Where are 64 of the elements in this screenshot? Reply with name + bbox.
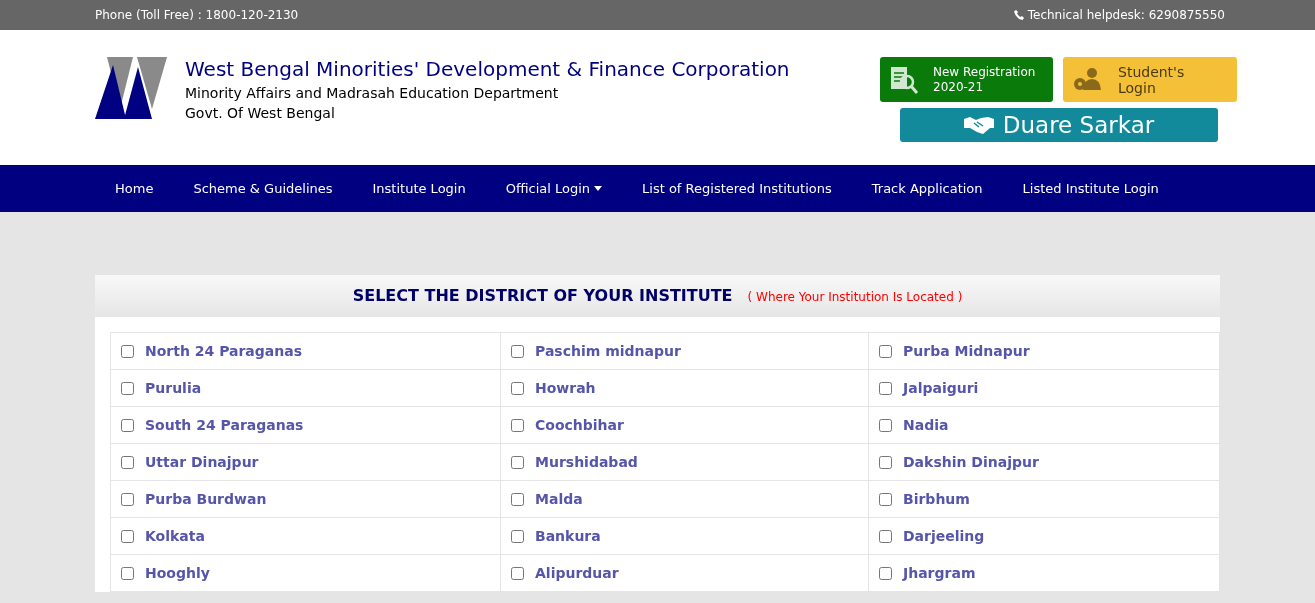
government-name: Govt. Of West Bengal bbox=[185, 104, 336, 123]
district-name[interactable]: Alipurduar bbox=[535, 562, 619, 584]
district-checkbox[interactable] bbox=[879, 381, 892, 395]
phone-icon bbox=[1013, 10, 1024, 20]
district-checkbox[interactable] bbox=[121, 344, 134, 358]
district-checkbox[interactable] bbox=[879, 492, 892, 506]
district-checkbox[interactable] bbox=[121, 492, 134, 506]
district-checkbox[interactable] bbox=[121, 566, 134, 580]
district-checkbox[interactable] bbox=[121, 529, 134, 543]
district-checkbox[interactable] bbox=[879, 529, 892, 543]
site-title: West Bengal Minorities' Development & Finance Corporation bbox=[185, 57, 790, 81]
district-name[interactable]: Jalpaiguri bbox=[903, 377, 979, 399]
logo-icon bbox=[95, 57, 167, 119]
district-checkbox[interactable] bbox=[511, 455, 524, 469]
district-name[interactable]: Jhargram bbox=[903, 562, 976, 584]
panel-note: ( Where Your Institution Is Located ) bbox=[747, 289, 963, 306]
district-name[interactable]: Darjeeling bbox=[903, 525, 985, 547]
caret-icon bbox=[594, 186, 603, 191]
new-registration-button[interactable]: New Registration 2020-21 bbox=[880, 57, 1053, 102]
district-name[interactable]: Howrah bbox=[535, 377, 596, 399]
district-name[interactable]: Purba Burdwan bbox=[145, 488, 267, 510]
district-name[interactable]: Dakshin Dinajpur bbox=[903, 451, 1039, 473]
nav-link[interactable]: Institute Login bbox=[352, 178, 486, 199]
department-name: Minority Affairs and Madrasah Education Department bbox=[185, 84, 560, 102]
district-checkbox[interactable] bbox=[511, 344, 524, 358]
district-name[interactable]: Malda bbox=[535, 488, 583, 510]
district-checkbox[interactable] bbox=[511, 529, 524, 543]
nav-link[interactable]: Track Application bbox=[851, 178, 1003, 199]
district-name[interactable]: Coochbihar bbox=[535, 414, 624, 436]
helpdesk-number: Technical helpdesk: 6290875550 bbox=[1027, 7, 1225, 24]
district-checkbox[interactable] bbox=[511, 418, 524, 432]
district-name[interactable]: South 24 Paraganas bbox=[145, 414, 304, 436]
district-name[interactable]: Hooghly bbox=[145, 562, 210, 584]
district-name[interactable]: Nadia bbox=[903, 414, 949, 436]
toll-free-phone: Phone (Toll Free) : 1800-120-2130 bbox=[95, 7, 299, 24]
district-name[interactable]: Purulia bbox=[145, 377, 202, 399]
district-checkbox[interactable] bbox=[121, 455, 134, 469]
district-checkbox[interactable] bbox=[511, 566, 524, 580]
district-checkbox[interactable] bbox=[511, 381, 524, 395]
district-name[interactable]: Kolkata bbox=[145, 525, 205, 547]
duare-sarkar-button[interactable]: Duare Sarkar bbox=[899, 108, 1218, 142]
panel-title: SELECT THE DISTRICT OF YOUR INSTITUTE bbox=[352, 285, 733, 307]
nav-link[interactable]: List of Registered Institutions bbox=[622, 178, 852, 199]
district-name[interactable]: Birbhum bbox=[903, 488, 970, 510]
district-name[interactable]: Uttar Dinajpur bbox=[145, 451, 259, 473]
document-search-icon bbox=[889, 64, 919, 95]
district-checkbox[interactable] bbox=[879, 344, 892, 358]
district-checkbox[interactable] bbox=[879, 566, 892, 580]
handshake-icon bbox=[962, 115, 995, 135]
nav-link[interactable]: Scheme & Guidelines bbox=[173, 178, 353, 199]
district-checkbox[interactable] bbox=[879, 455, 892, 469]
district-checkbox[interactable] bbox=[879, 418, 892, 432]
district-name[interactable]: Murshidabad bbox=[535, 451, 638, 473]
district-name[interactable]: Paschim midnapur bbox=[535, 340, 681, 362]
nav-link[interactable]: Home bbox=[95, 178, 174, 199]
district-checkbox[interactable] bbox=[121, 381, 134, 395]
district-name[interactable]: Purba Midnapur bbox=[903, 340, 1030, 362]
nav-link[interactable]: Listed Institute Login bbox=[1002, 178, 1179, 199]
student-login-button[interactable]: Student's Login bbox=[1063, 57, 1237, 102]
district-checkbox[interactable] bbox=[121, 418, 134, 432]
nav-link[interactable]: Official Login bbox=[485, 178, 623, 199]
district-checkbox[interactable] bbox=[511, 492, 524, 506]
district-name[interactable]: North 24 Paraganas bbox=[145, 340, 303, 362]
district-name[interactable]: Bankura bbox=[535, 525, 601, 547]
